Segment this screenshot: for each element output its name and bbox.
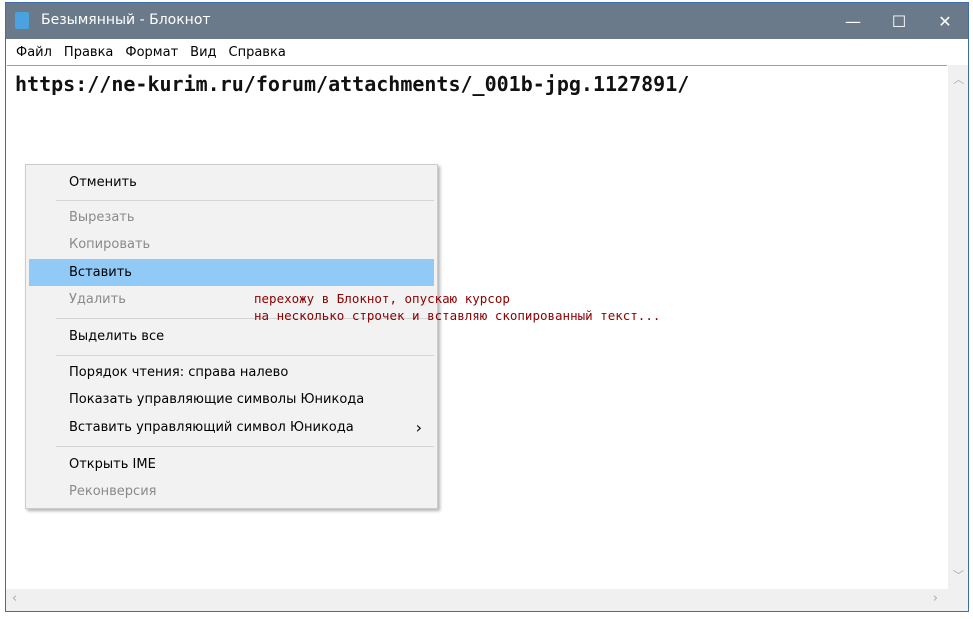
menu-item-cut[interactable]: Вырезать <box>29 204 434 231</box>
menu-item-label: Вставить управляющий символ Юникода <box>69 420 354 435</box>
annotation-line-2: на несколько строчек и вставляю скопиров… <box>254 308 661 323</box>
menu-item-open-ime[interactable]: Открыть IME <box>29 451 434 478</box>
menu-item-undo[interactable]: Отменить <box>29 169 434 196</box>
separator <box>56 200 434 201</box>
menu-item-select-all[interactable]: Выделить все <box>29 323 434 350</box>
scroll-down-icon[interactable]: ﹀ <box>953 567 964 583</box>
menu-help[interactable]: Справка <box>223 39 292 65</box>
close-button[interactable]: ✕ <box>922 3 968 39</box>
menu-bar: Файл Правка Формат Вид Справка <box>6 39 968 65</box>
chevron-right-icon: › <box>415 418 422 437</box>
menu-format[interactable]: Формат <box>119 39 184 65</box>
annotation-text: перехожу в Блокнот, опускаю курсор на нес… <box>254 290 660 324</box>
menu-item-rtl[interactable]: Порядок чтения: справа налево <box>29 359 434 386</box>
scroll-up-icon[interactable]: ︿ <box>953 71 964 87</box>
menu-item-paste[interactable]: Вставить <box>29 259 434 286</box>
window-title: Безымянный - Блокнот <box>41 12 211 28</box>
title-bar: Безымянный - Блокнот — ☐ ✕ <box>6 3 968 39</box>
menu-view[interactable]: Вид <box>184 39 222 65</box>
context-menu: Отменить Вырезать Копировать Вставить Уд… <box>25 164 438 509</box>
horizontal-scrollbar[interactable]: ‹ › <box>6 589 968 611</box>
menu-edit[interactable]: Правка <box>58 39 119 65</box>
separator <box>56 355 434 356</box>
menu-item-show-unicode[interactable]: Показать управляющие символы Юникода <box>29 386 434 413</box>
vertical-scrollbar[interactable]: ︿ ﹀ <box>948 65 968 589</box>
scroll-left-icon[interactable]: ‹ <box>12 591 17 606</box>
maximize-button[interactable]: ☐ <box>876 3 922 39</box>
annotation-line-1: перехожу в Блокнот, опускаю курсор <box>254 291 510 306</box>
menu-item-copy[interactable]: Копировать <box>29 231 434 258</box>
menu-item-reconversion[interactable]: Реконверсия <box>29 478 434 505</box>
menu-file[interactable]: Файл <box>10 39 58 65</box>
scroll-right-icon[interactable]: › <box>933 591 938 606</box>
menu-item-insert-unicode[interactable]: Вставить управляющий символ Юникода › <box>29 414 434 441</box>
notepad-icon <box>15 12 29 29</box>
minimize-button[interactable]: — <box>830 3 876 39</box>
editor-text: https://ne-kurim.ru/forum/attachments/_0… <box>15 72 690 96</box>
separator <box>56 446 434 447</box>
